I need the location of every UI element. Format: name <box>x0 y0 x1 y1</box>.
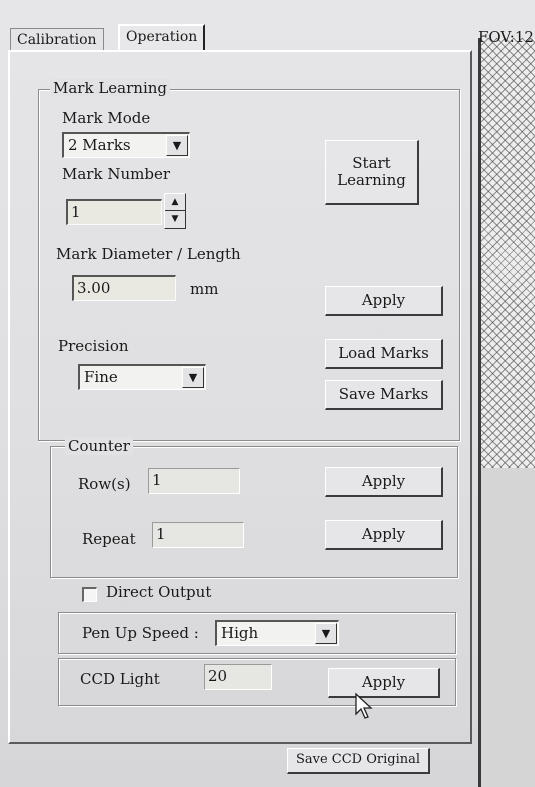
ccd-light-label: CCD Light <box>80 670 160 688</box>
diameter-label: Mark Diameter / Length <box>56 245 241 263</box>
mark-mode-select[interactable]: 2 Marks ▼ <box>62 132 190 158</box>
rows-label: Row(s) <box>78 475 131 493</box>
counter-group <box>50 446 458 578</box>
direct-output-checkbox[interactable] <box>82 587 97 602</box>
diameter-unit: mm <box>190 280 219 298</box>
pen-up-speed-label: Pen Up Speed : <box>82 624 199 642</box>
rows-input[interactable]: 1 <box>148 468 240 494</box>
pen-up-speed-value: High <box>221 624 259 642</box>
repeat-input[interactable]: 1 <box>152 522 244 548</box>
save-ccd-original-button[interactable]: Save CCD Original <box>287 748 430 774</box>
chevron-down-icon[interactable]: ▼ <box>315 623 337 644</box>
chevron-down-icon[interactable]: ▼ <box>182 367 204 388</box>
save-marks-button[interactable]: Save Marks <box>325 380 443 410</box>
operation-panel: Mark Learning Mark Mode 2 Marks ▼ Mark N… <box>8 50 472 744</box>
start-learning-button[interactable]: Start Learning <box>325 140 419 205</box>
apply-repeat-button[interactable]: Apply <box>325 520 443 550</box>
chevron-down-icon[interactable]: ▼ <box>166 135 188 156</box>
mark-learning-legend: Mark Learning <box>50 79 171 97</box>
fov-label: FOV:12 <box>478 28 534 46</box>
mark-mode-value: 2 Marks <box>68 136 131 154</box>
camera-view-pane <box>478 38 535 787</box>
precision-select[interactable]: Fine ▼ <box>78 364 206 390</box>
pen-up-speed-select[interactable]: High ▼ <box>215 620 339 646</box>
apply-rows-button[interactable]: Apply <box>325 467 443 497</box>
diameter-input[interactable]: 3.00 <box>72 275 176 301</box>
load-marks-button[interactable]: Load Marks <box>325 339 443 369</box>
start-learning-line2: Learning <box>337 171 406 189</box>
apply-ccd-light-button[interactable]: Apply <box>328 668 440 698</box>
tab-calibration[interactable]: Calibration <box>10 28 104 51</box>
counter-legend: Counter <box>65 437 133 455</box>
mark-number-input[interactable]: 1 <box>66 199 162 225</box>
apply-diameter-button[interactable]: Apply <box>325 286 443 316</box>
repeat-label: Repeat <box>82 530 136 548</box>
precision-label: Precision <box>58 337 129 355</box>
direct-output-label: Direct Output <box>106 583 212 601</box>
screen: FOV:12 Calibration Operation Mark Learni… <box>0 0 535 787</box>
ccd-light-input[interactable]: 20 <box>204 664 272 690</box>
tab-operation[interactable]: Operation <box>118 24 206 52</box>
down-arrow-icon[interactable]: ▼ <box>165 210 185 227</box>
start-learning-line1: Start <box>352 153 391 172</box>
mark-number-label: Mark Number <box>62 165 170 183</box>
mark-mode-label: Mark Mode <box>62 109 151 127</box>
precision-value: Fine <box>84 368 118 386</box>
mark-number-stepper[interactable]: ▲ ▼ <box>164 193 186 229</box>
up-arrow-icon[interactable]: ▲ <box>165 194 185 210</box>
mouse-pointer-icon <box>355 692 373 719</box>
